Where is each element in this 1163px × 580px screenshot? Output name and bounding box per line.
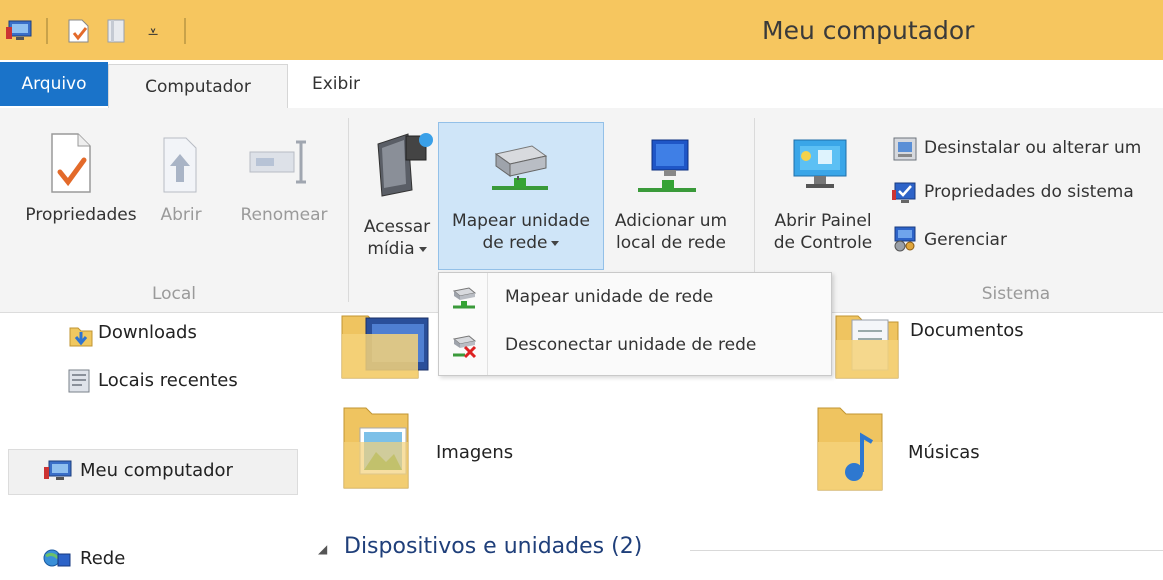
adicionar-local-button[interactable]: Adicionar um local de rede xyxy=(606,210,736,254)
menu-item-label: Mapear unidade de rede xyxy=(505,287,714,307)
documents-folder-icon[interactable] xyxy=(832,310,902,386)
menu-item-mapear[interactable]: Mapear unidade de rede xyxy=(439,275,831,323)
computer-icon xyxy=(44,458,74,488)
acessar-label: Acessar xyxy=(363,217,431,237)
mapear-label-block: Mapear unidade de rede xyxy=(438,210,604,254)
group-separator xyxy=(348,118,349,302)
midia-label: mídia xyxy=(367,239,415,259)
properties-icon[interactable] xyxy=(64,18,94,44)
network-icon xyxy=(42,546,72,576)
map-drive-icon xyxy=(488,140,552,204)
folder-imagens[interactable]: Imagens xyxy=(436,442,513,463)
section-header-dispositivos[interactable]: Dispositivos e unidades (2) xyxy=(344,534,642,559)
abrir-button[interactable]: Abrir xyxy=(158,204,204,226)
open-icon xyxy=(160,136,200,200)
desinstalar-button[interactable]: Desinstalar ou alterar um xyxy=(924,138,1141,158)
renomear-button[interactable]: Renomear xyxy=(232,204,336,226)
collapse-triangle-icon[interactable]: ◢ xyxy=(318,542,327,556)
de-rede-label: de rede xyxy=(482,233,548,253)
music-folder-icon[interactable] xyxy=(814,402,886,498)
map-drive-icon xyxy=(451,285,477,315)
customize-qat-icon[interactable]: ⩡ xyxy=(148,22,158,43)
abrir-painel-label: Abrir Painel xyxy=(774,211,872,231)
gerenciar-button[interactable]: Gerenciar xyxy=(924,230,1007,250)
rename-icon xyxy=(246,140,310,188)
system-properties-icon xyxy=(892,180,918,210)
section-divider xyxy=(690,550,1163,551)
mapear-dropdown-menu: Mapear unidade de rede Desconectar unida… xyxy=(438,272,832,376)
control-panel-icon xyxy=(790,136,854,200)
abrir-painel-button[interactable]: Abrir Painel de Controle xyxy=(762,210,884,254)
tab-arquivo[interactable]: Arquivo xyxy=(0,62,108,106)
media-icon xyxy=(372,130,434,202)
propriedades-sistema-button[interactable]: Propriedades do sistema xyxy=(924,182,1134,202)
window-title: Meu computador xyxy=(762,16,975,45)
tab-exibir[interactable]: Exibir xyxy=(296,60,376,108)
computer-icon[interactable] xyxy=(6,18,36,44)
menu-item-desconectar[interactable]: Desconectar unidade de rede xyxy=(439,323,831,371)
downloads-folder-icon xyxy=(68,322,94,352)
folder-documentos[interactable]: Documentos xyxy=(910,320,1024,341)
uninstall-icon xyxy=(892,136,918,166)
recent-places-icon xyxy=(66,368,92,398)
qat-separator xyxy=(184,18,186,44)
acessar-midia-button[interactable]: Acessar mídia xyxy=(358,216,436,260)
local-de-rede-label: local de rede xyxy=(616,233,726,253)
tab-computador[interactable]: Computador xyxy=(108,64,288,109)
sidebar-item-downloads[interactable]: Downloads xyxy=(98,322,197,343)
chevron-down-icon xyxy=(551,240,560,246)
sidebar-item-locais-recentes[interactable]: Locais recentes xyxy=(98,370,238,391)
manage-icon xyxy=(892,224,918,256)
de-controle-label: de Controle xyxy=(773,233,873,253)
propriedades-button[interactable]: Propriedades xyxy=(18,204,144,226)
menu-item-label: Desconectar unidade de rede xyxy=(505,335,757,355)
properties-icon xyxy=(48,132,96,200)
group-label-sistema: Sistema xyxy=(981,284,1051,304)
network-location-icon xyxy=(636,136,698,202)
disconnect-drive-icon xyxy=(451,333,477,363)
title-bar xyxy=(0,0,1163,60)
pictures-folder-icon[interactable] xyxy=(340,402,412,496)
group-label-local: Local xyxy=(151,284,197,304)
sidebar-item-rede[interactable]: Rede xyxy=(80,548,125,569)
qat-separator xyxy=(46,18,48,44)
adicionar-label: Adicionar um xyxy=(614,211,728,231)
new-folder-icon[interactable] xyxy=(104,18,130,44)
sidebar-item-label: Meu computador xyxy=(80,460,233,481)
desktop-folder-icon[interactable] xyxy=(338,310,430,386)
chevron-down-icon xyxy=(418,246,427,252)
mapear-label: Mapear unidade xyxy=(452,211,590,231)
folder-musicas[interactable]: Músicas xyxy=(908,442,980,463)
